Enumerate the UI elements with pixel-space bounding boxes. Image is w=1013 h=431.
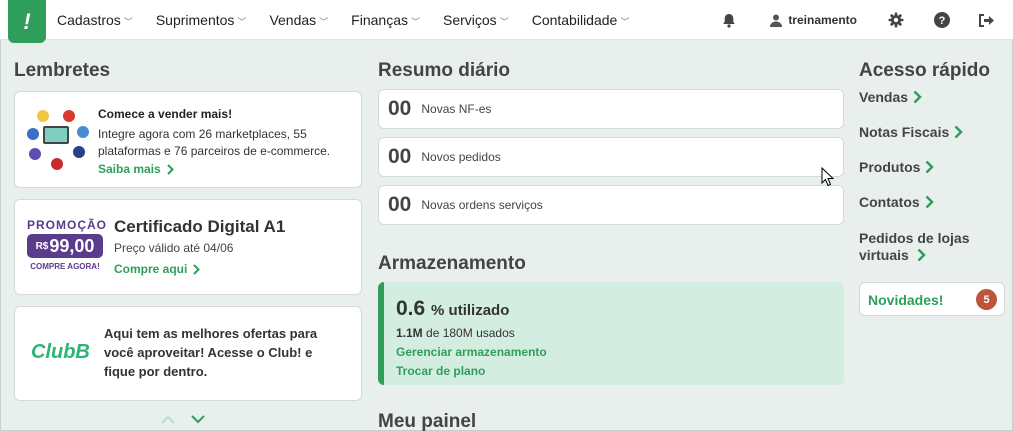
saiba-mais-link[interactable]: Saiba mais xyxy=(98,162,174,176)
menu-label: Cadastros xyxy=(57,12,121,28)
chevron-right-icon xyxy=(954,125,964,139)
certificado-validity: Preço válido até 04/06 xyxy=(114,241,234,255)
menu-label: Finanças xyxy=(351,12,408,28)
chevron-up-icon[interactable] xyxy=(161,415,175,424)
quick-link-pedidos-lojas[interactable]: Pedidos de lojas virtuais xyxy=(859,230,989,264)
menu-cadastros[interactable]: Cadastros ﹀ xyxy=(57,12,133,28)
menu-label: Contabilidade xyxy=(531,12,618,28)
link-label: Compre aqui xyxy=(114,262,188,276)
username: treinamento xyxy=(788,13,857,27)
chevron-right-icon xyxy=(193,263,201,275)
reminder-card-marketplaces: Comece a vender mais! Integre agora com … xyxy=(14,91,362,188)
reminder-title: Comece a vender mais! xyxy=(98,107,233,121)
menu-contabilidade[interactable]: Contabilidade ﹀ xyxy=(532,12,630,28)
summary-label: Novas ordens serviços xyxy=(421,198,543,212)
club-logo: ClubB xyxy=(31,341,90,363)
novidades-button[interactable]: Novidades! 5 xyxy=(859,282,1005,316)
summary-nfes[interactable]: 00 Novas NF-es xyxy=(378,89,844,129)
storage-percent-value: 0.6 xyxy=(396,297,426,320)
summary-pedidos[interactable]: 00 Novos pedidos xyxy=(378,137,844,177)
menu-suprimentos[interactable]: Suprimentos ﹀ xyxy=(156,12,247,28)
top-navbar: ! Cadastros ﹀ Suprimentos ﹀ Vendas ﹀ Finanç… xyxy=(0,0,1013,43)
menu-servicos[interactable]: Serviços ﹀ xyxy=(443,12,509,28)
quick-link-notas-fiscais[interactable]: Notas Fiscais xyxy=(859,124,964,140)
promo-currency: R$ xyxy=(35,240,49,252)
chevron-right-icon xyxy=(166,163,174,175)
summary-ordens-servico[interactable]: 00 Novas ordens serviços xyxy=(378,185,844,225)
promo-price: R$ 99,00 xyxy=(27,234,103,258)
storage-panel: 0.6 % utilizado 1.1M de 180M usados Gere… xyxy=(378,282,844,385)
link-label: Saiba mais xyxy=(98,162,161,176)
promo-value: 99,00 xyxy=(49,235,95,256)
quick-link-contatos[interactable]: Contatos xyxy=(859,194,934,210)
summary-count: 00 xyxy=(388,97,412,120)
help-icon[interactable]: ? xyxy=(931,9,953,31)
certificado-title: Certificado Digital A1 xyxy=(114,217,286,236)
storage-percent-suffix: % utilizado xyxy=(431,302,510,319)
quick-link-label: Produtos xyxy=(859,159,921,175)
svg-text:?: ? xyxy=(939,15,946,27)
acesso-rapido-title: Acesso rápido xyxy=(859,60,990,81)
promo-badge[interactable]: PROMOÇÃO R$ 99,00 COMPRE AGORA! xyxy=(27,218,107,271)
reminder-description: Integre agora com 26 marketplaces, 55 pl… xyxy=(98,127,331,158)
novidades-label: Novidades! xyxy=(868,292,944,308)
reminders-pager xyxy=(161,415,205,424)
chevron-down-icon[interactable] xyxy=(191,415,205,424)
menu-label: Vendas xyxy=(269,12,317,28)
summary-label: Novas NF-es xyxy=(421,102,492,116)
chevron-right-icon xyxy=(917,248,926,262)
app-logo[interactable]: ! xyxy=(8,0,46,43)
mouse-cursor-icon xyxy=(821,167,834,187)
chevron-right-icon xyxy=(913,90,922,104)
club-description: Aqui tem as melhores ofertas para você a… xyxy=(104,326,318,379)
storage-usage: 1.1M de 180M usados xyxy=(396,326,515,340)
marketplaces-illustration xyxy=(25,108,93,174)
chevron-down-icon: ﹀ xyxy=(410,17,420,27)
menu-label: Suprimentos xyxy=(155,12,235,28)
quick-link-label: Vendas xyxy=(859,89,909,105)
chevron-down-icon: ﹀ xyxy=(237,17,247,27)
chevron-down-icon: ﹀ xyxy=(499,17,509,27)
chevron-right-icon xyxy=(926,160,935,174)
chevron-down-icon: ﹀ xyxy=(319,17,329,27)
quick-link-label: Pedidos de lojas virtuais xyxy=(859,230,970,263)
compre-aqui-link[interactable]: Compre aqui xyxy=(114,262,201,276)
promo-cta: COMPRE AGORA! xyxy=(30,262,100,271)
quick-link-vendas[interactable]: Vendas xyxy=(859,89,922,105)
menu-vendas[interactable]: Vendas ﹀ xyxy=(269,12,328,28)
lembretes-title: Lembretes xyxy=(14,60,111,81)
novidades-count-badge: 5 xyxy=(976,289,997,310)
logout-icon[interactable] xyxy=(975,9,997,31)
summary-count: 00 xyxy=(388,145,412,168)
storage-used-rest: de 180M usados xyxy=(426,326,515,340)
chevron-down-icon: ﹀ xyxy=(620,17,630,27)
armazenamento-title: Armazenamento xyxy=(378,253,526,274)
summary-count: 00 xyxy=(388,193,412,216)
summary-label: Novos pedidos xyxy=(421,150,501,164)
storage-used-value: 1.1M xyxy=(396,326,423,340)
change-plan-link[interactable]: Trocar de plano xyxy=(396,364,485,378)
logo-mark: ! xyxy=(23,8,31,34)
quick-link-produtos[interactable]: Produtos xyxy=(859,159,935,175)
promo-word: PROMOÇÃO xyxy=(27,218,107,232)
chevron-right-icon xyxy=(925,195,934,209)
user-icon xyxy=(770,14,783,27)
manage-storage-link[interactable]: Gerenciar armazenamento xyxy=(396,345,547,359)
menu-financas[interactable]: Finanças ﹀ xyxy=(351,12,420,28)
main-menu: Cadastros ﹀ Suprimentos ﹀ Vendas ﹀ Finanças… xyxy=(57,0,652,40)
storage-percent: 0.6 % utilizado xyxy=(396,297,509,321)
quick-link-label: Contatos xyxy=(859,194,920,210)
resumo-title: Resumo diário xyxy=(378,60,510,81)
gear-icon[interactable] xyxy=(885,9,907,31)
quick-link-label: Notas Fiscais xyxy=(859,124,950,140)
menu-label: Serviços xyxy=(443,12,497,28)
reminder-card-certificado: PROMOÇÃO R$ 99,00 COMPRE AGORA! Certifica… xyxy=(14,199,362,295)
user-menu[interactable]: treinamento xyxy=(770,13,857,27)
chevron-down-icon: ﹀ xyxy=(123,17,133,27)
reminder-card-club[interactable]: ClubB Aqui tem as melhores ofertas para … xyxy=(14,306,362,401)
bell-icon[interactable] xyxy=(718,9,740,31)
meu-painel-title: Meu painel xyxy=(378,411,477,431)
header-tools: treinamento ? xyxy=(718,0,1013,40)
